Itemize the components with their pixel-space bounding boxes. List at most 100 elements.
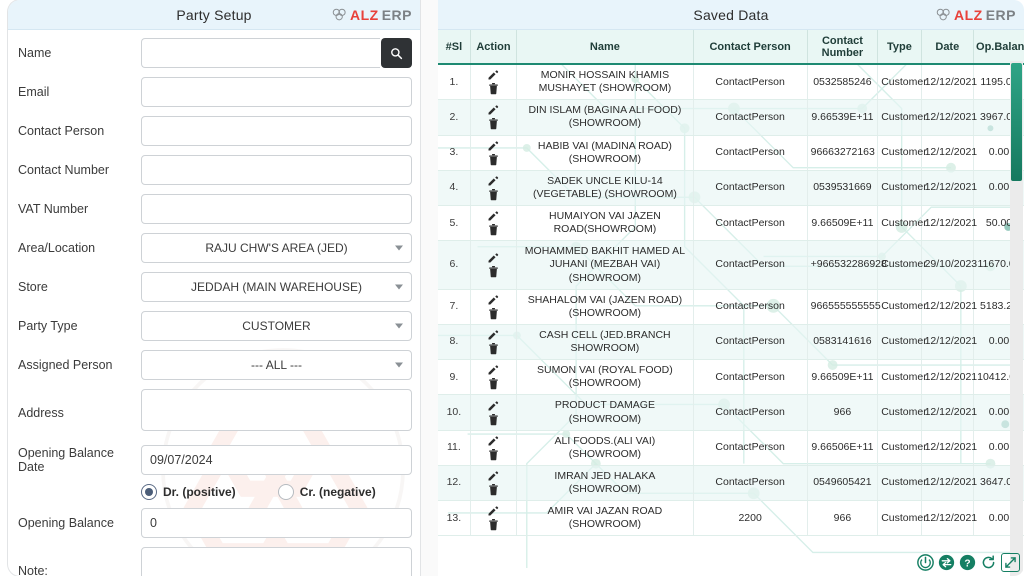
chevron-down-icon	[395, 245, 403, 251]
cell-action	[470, 99, 518, 136]
table-row[interactable]: 5. HUMAIYON VAI JAZEN ROAD(SHOWROOM) Conta…	[438, 205, 1024, 242]
edit-pencil-icon[interactable]	[487, 364, 499, 376]
email-input[interactable]	[141, 77, 412, 107]
note-textarea[interactable]	[141, 547, 412, 576]
table-row[interactable]: 3. HABIB VAI (MADINA ROAD) (SHOWROOM) Cont…	[438, 135, 1024, 171]
edit-pencil-icon[interactable]	[487, 505, 499, 517]
trash-icon[interactable]	[488, 378, 499, 390]
store-select[interactable]: JEDDAH (MAIN WAREHOUSE)	[141, 272, 412, 302]
table-row[interactable]: 12. IMRAN JED HALAKA (SHOWROOM) ContactPer…	[438, 465, 1024, 502]
edit-pencil-icon[interactable]	[487, 470, 499, 482]
column-header-name[interactable]: Name	[516, 30, 694, 65]
saved-data-panel: Saved Data ALZ ERP #Sl Action Name Contact P…	[438, 0, 1024, 576]
column-header-op-balance[interactable]: Op.Balance	[973, 30, 1024, 65]
column-header-contact-person[interactable]: Contact Person	[693, 30, 808, 65]
assigned-person-select[interactable]: --- ALL ---	[141, 350, 412, 380]
table-row[interactable]: 2. DIN ISLAM (BAGINA ALI FOOD) (SHOWROOM)…	[438, 99, 1024, 136]
table-row[interactable]: 6. MOHAMMED BAKHIT HAMED AL JUHANI (MEZBA…	[438, 240, 1024, 290]
field-row-store: Store JEDDAH (MAIN WAREHOUSE)	[18, 272, 412, 302]
table-vertical-scrollbar[interactable]	[1010, 61, 1023, 576]
table-row[interactable]: 4. SADEK UNCLE KILU-14 (VEGETABLE) (SHOWR…	[438, 170, 1024, 207]
trash-icon[interactable]	[488, 307, 499, 320]
trash-icon[interactable]	[488, 343, 499, 355]
column-header-date[interactable]: Date	[921, 30, 975, 65]
column-header-contact-number[interactable]: Contact Number	[807, 30, 879, 65]
logo-text-accent: ALZ	[349, 6, 379, 23]
table-row[interactable]: 7. SHAHALOM VAI (JAZEN ROAD) (SHOWROOM) Co…	[438, 289, 1024, 325]
edit-pencil-icon[interactable]	[487, 435, 499, 447]
scrollbar-thumb[interactable]	[1011, 63, 1022, 181]
radio-debit-indicator	[141, 484, 157, 500]
cell-contact-number: +966532286928	[807, 240, 887, 290]
name-search-button[interactable]	[381, 38, 412, 68]
name-input[interactable]	[141, 38, 381, 68]
edit-pencil-icon[interactable]	[487, 104, 499, 116]
logo-text-rest: ERP	[381, 6, 412, 23]
radio-debit-positive[interactable]: Dr. (positive)	[141, 484, 236, 500]
name-label: Name	[18, 46, 52, 60]
contact-person-label: Contact Person	[18, 124, 105, 138]
area-location-select[interactable]: RAJU CHW'S AREA (JED)	[141, 233, 412, 263]
opening-balance-input[interactable]	[141, 508, 412, 538]
radio-credit-negative[interactable]: Cr. (negative)	[277, 484, 376, 500]
cell-type: Customer	[877, 240, 927, 290]
table-row[interactable]: 1. MONIR HOSSAIN KHAMIS MUSHAYET (SHOWROO…	[438, 64, 1024, 101]
field-row-contact-person: Contact Person	[18, 116, 412, 146]
cell-contact-number: 0549605421	[807, 465, 879, 502]
table-row[interactable]: 8. CASH CELL (JED.BRANCH SHOWROOM) Contact…	[438, 324, 1024, 361]
edit-pencil-icon[interactable]	[487, 400, 499, 412]
chevron-down-icon	[395, 362, 403, 368]
field-row-assigned-person: Assigned Person --- ALL ---	[18, 350, 412, 380]
cell-contact-number: 0532585246	[807, 64, 879, 101]
cell-contact-number: 966555555555	[807, 289, 881, 325]
table-row[interactable]: 13. AMIR VAI JAZAN ROAD (SHOWROOM) 2200 966…	[438, 500, 1024, 537]
cell-name: IMRAN JED HALAKA (SHOWROOM)	[516, 465, 694, 502]
trash-icon[interactable]	[488, 484, 499, 496]
column-header-action[interactable]: Action	[470, 30, 518, 65]
power-icon[interactable]	[917, 554, 934, 571]
vat-number-label: VAT Number	[18, 202, 89, 216]
fullscreen-icon[interactable]	[1001, 553, 1020, 572]
vat-number-input[interactable]	[141, 194, 412, 224]
trash-icon[interactable]	[488, 83, 499, 95]
edit-pencil-icon[interactable]	[487, 252, 499, 264]
edit-pencil-icon[interactable]	[487, 69, 499, 81]
trash-icon[interactable]	[488, 188, 499, 201]
trash-icon[interactable]	[488, 265, 499, 278]
party-setup-panel: Party Setup ALZ ERP Name Email Contact P…	[8, 0, 420, 576]
table-row[interactable]: 9. SUMON VAI (ROYAL FOOD) (SHOWROOM) Conta…	[438, 359, 1024, 396]
table-body: 1. MONIR HOSSAIN KHAMIS MUSHAYET (SHOWROO…	[438, 64, 1024, 537]
party-type-select[interactable]: CUSTOMER	[141, 311, 412, 341]
trash-icon[interactable]	[488, 413, 499, 426]
table-row[interactable]: 11. ALI FOODS.(ALI VAI)(SHOWROOM) ContactP…	[438, 430, 1024, 466]
edit-pencil-icon[interactable]	[487, 140, 499, 152]
address-textarea[interactable]	[141, 389, 412, 431]
exchange-arrows-icon[interactable]	[938, 554, 955, 571]
help-question-icon[interactable]: ?	[959, 554, 976, 571]
trash-icon[interactable]	[488, 448, 499, 461]
edit-pencil-icon[interactable]	[487, 294, 499, 306]
edit-pencil-icon[interactable]	[487, 329, 499, 341]
svg-text:?: ?	[964, 558, 970, 569]
edit-pencil-icon[interactable]	[487, 175, 499, 187]
trash-icon[interactable]	[488, 224, 499, 236]
column-header-type[interactable]: Type	[877, 30, 922, 65]
status-icon-bar: ?	[917, 553, 1020, 572]
trash-icon[interactable]	[488, 153, 499, 166]
cell-contact-person: ContactPerson	[693, 135, 808, 171]
edit-pencil-icon[interactable]	[487, 210, 499, 222]
cell-contact-person: ContactPerson	[693, 430, 808, 466]
cell-contact-number: 9.66506E+11	[807, 430, 879, 466]
column-header-sl[interactable]: #Sl	[438, 30, 471, 65]
cell-contact-person: ContactPerson	[693, 359, 808, 396]
contact-number-input[interactable]	[141, 155, 412, 185]
cell-date: 12/12/2021	[921, 359, 977, 396]
trash-icon[interactable]	[488, 118, 499, 130]
field-row-contact-number: Contact Number	[18, 155, 412, 185]
cell-contact-number: 966	[807, 394, 879, 431]
table-row[interactable]: 10. PRODUCT DAMAGE (SHOWROOM) ContactPerso…	[438, 394, 1024, 431]
refresh-icon[interactable]	[980, 554, 997, 571]
opening-balance-date-input[interactable]	[141, 445, 412, 475]
trash-icon[interactable]	[488, 519, 499, 531]
contact-person-input[interactable]	[141, 116, 412, 146]
